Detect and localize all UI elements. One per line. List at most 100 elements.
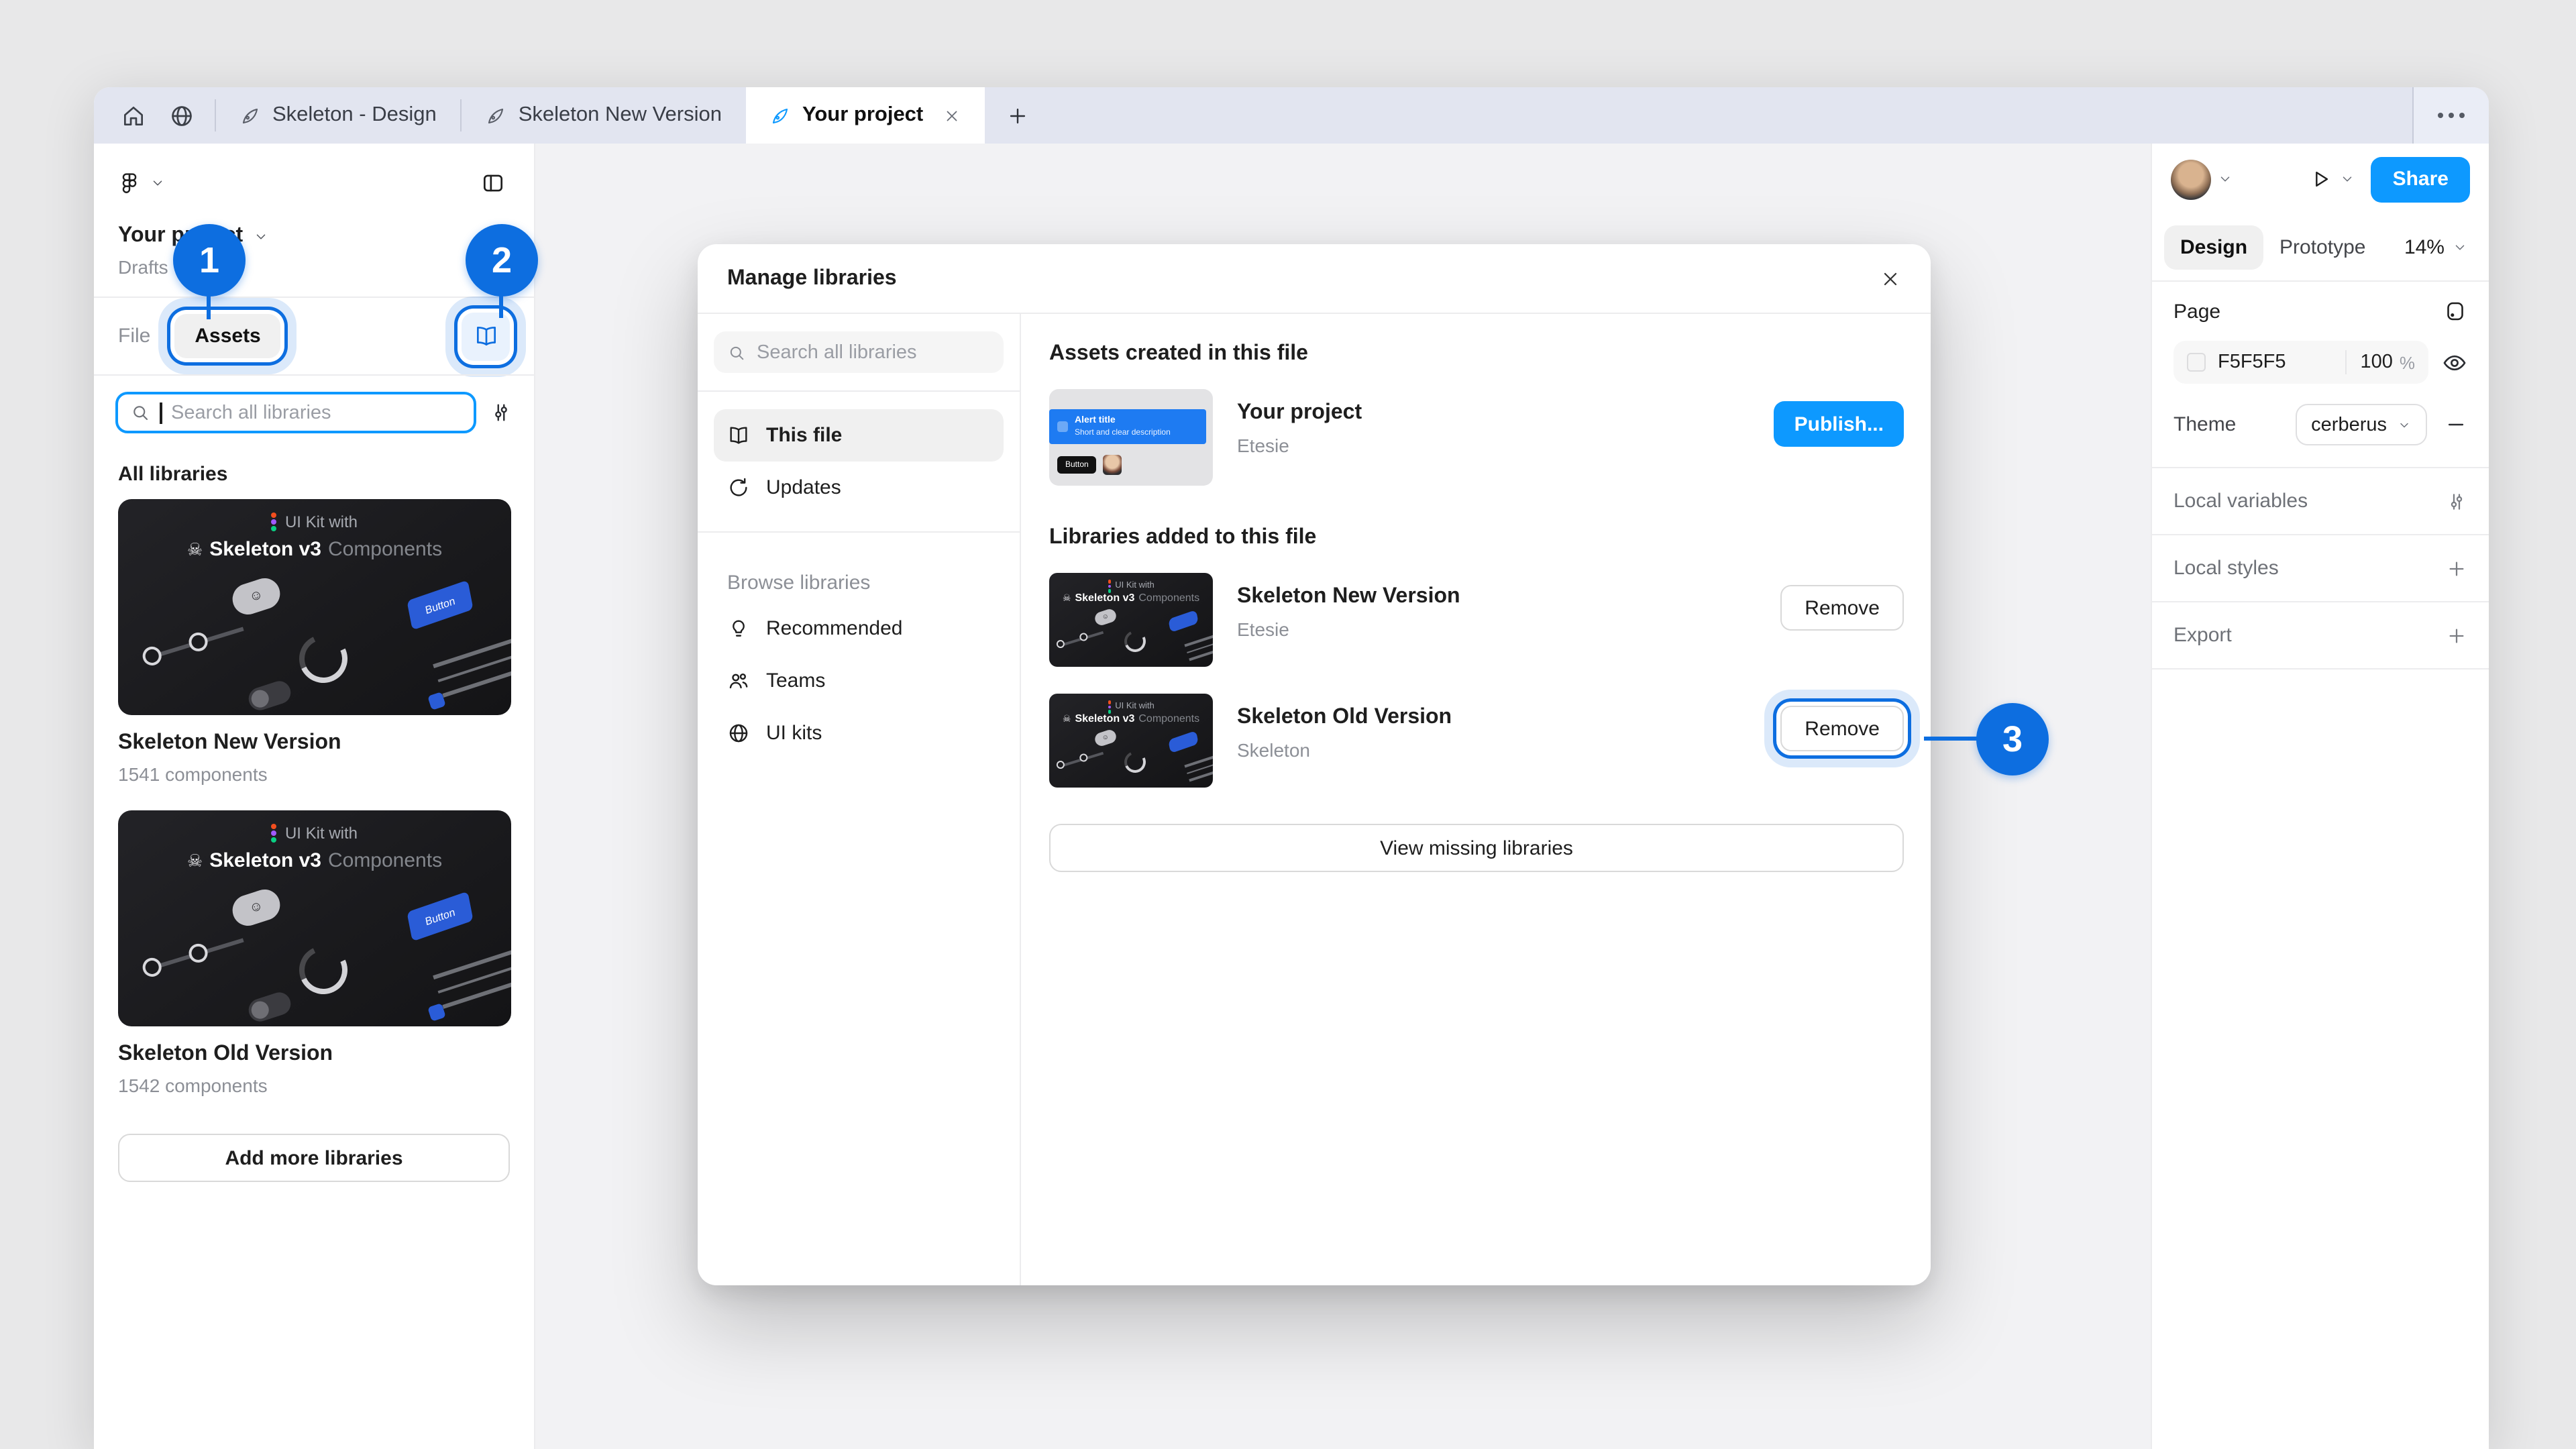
nav-teams[interactable]: Teams (714, 655, 1004, 707)
view-missing-libraries-button[interactable]: View missing libraries (1049, 824, 1904, 872)
tab-your-project[interactable]: Your project (746, 87, 985, 144)
search-placeholder: Search all libraries (171, 402, 331, 423)
close-dialog-icon[interactable] (1880, 268, 1901, 289)
export-label: Export (2174, 624, 2232, 647)
chevron-down-icon (2398, 418, 2411, 431)
library-component-count: 1541 components (118, 763, 510, 785)
thumb-spinner (292, 629, 354, 690)
manage-libraries-dialog: Manage libraries Search all libraries (698, 244, 1931, 1285)
dialog-search-input[interactable]: Search all libraries (714, 331, 1004, 373)
thumb-button-chip: Button (407, 580, 473, 630)
tab-label: Skeleton - Design (272, 103, 437, 127)
tab-file[interactable]: File (118, 325, 150, 347)
variables-sliders-icon[interactable] (2446, 490, 2467, 512)
local-styles-row[interactable]: Local styles (2152, 535, 2489, 602)
people-icon (727, 669, 751, 692)
callout-step-3: 3 (1976, 703, 2049, 775)
tab-assets[interactable]: Assets (174, 314, 280, 358)
left-sidebar: Your project Drafts File Assets (94, 144, 535, 1449)
add-export-plus-icon[interactable] (2446, 625, 2467, 646)
libraries-heading: Libraries added to this file (1049, 526, 1904, 550)
tabbar-left-icons (94, 87, 215, 144)
publish-button[interactable]: Publish... (1774, 401, 1904, 447)
thumb-slider (147, 627, 243, 660)
thumb-alert-banner: Alert title Short and clear description (1049, 409, 1206, 444)
close-tab-icon[interactable] (943, 107, 961, 124)
add-style-plus-icon[interactable] (2446, 557, 2467, 579)
library-row-skeleton-new: UI Kit with ☠Skeleton v3Components ☺ Ske… (1049, 573, 1904, 667)
library-card[interactable]: UI Kit with ☠Skeleton v3Components ☺ But… (118, 499, 510, 785)
filter-sliders-icon[interactable] (490, 401, 513, 424)
figma-file-icon (770, 105, 790, 125)
color-swatch[interactable] (2187, 353, 2206, 372)
chevron-down-icon[interactable] (2341, 172, 2355, 186)
thumb-accordion-lines (433, 950, 511, 1008)
search-placeholder: Search all libraries (757, 341, 917, 363)
thumb-accordion-lines (433, 639, 511, 697)
theme-select[interactable]: cerberus (2295, 404, 2427, 445)
skull-icon: ☠ (187, 850, 203, 871)
asset-row-your-project: Alert title Short and clear description … (1049, 389, 1904, 486)
thumb-spinner (292, 940, 354, 1002)
tab-label: Your project (802, 103, 923, 127)
tabbar-spacer (1051, 87, 2412, 144)
zoom-control[interactable]: 14% (2404, 236, 2477, 259)
search-input[interactable]: Search all libraries (115, 392, 476, 433)
globe-icon[interactable] (161, 95, 201, 136)
remove-library-button[interactable]: Remove (1780, 585, 1904, 631)
page-opacity-value[interactable]: 100 (2360, 352, 2392, 373)
tab-skeleton-new-version[interactable]: Skeleton New Version (462, 87, 746, 144)
styles-icon[interactable] (2443, 299, 2467, 323)
library-thumbnail: UI Kit with ☠Skeleton v3Components ☺ (1049, 694, 1213, 788)
new-tab-icon[interactable] (985, 87, 1051, 144)
theme-label: Theme (2174, 413, 2295, 436)
browse-libraries-label: Browse libraries (714, 550, 1004, 602)
dialog-title: Manage libraries (727, 266, 897, 290)
window-menu-button[interactable] (2412, 87, 2489, 144)
right-panel: Share Design Prototype 14% Page (2151, 144, 2489, 1449)
nav-updates[interactable]: Updates (714, 462, 1004, 514)
remove-library-button-highlighted[interactable]: Remove (1780, 706, 1904, 751)
text-caret (160, 402, 162, 423)
lightbulb-icon (727, 617, 751, 640)
add-more-libraries-button[interactable]: Add more libraries (118, 1134, 510, 1182)
callout-connector-3 (1924, 737, 1979, 741)
more-icon (2438, 113, 2465, 118)
remove-theme-minus-icon[interactable] (2445, 413, 2467, 436)
visibility-eye-icon[interactable] (2442, 350, 2467, 375)
export-row[interactable]: Export (2152, 602, 2489, 669)
all-libraries-heading: All libraries (94, 449, 534, 499)
tab-skeleton-design[interactable]: Skeleton - Design (216, 87, 461, 144)
page-color-hex[interactable]: F5F5F5 (2218, 352, 2332, 373)
present-play-icon[interactable] (2310, 168, 2332, 191)
figma-mini-logo (1108, 700, 1111, 713)
library-card[interactable]: UI Kit with ☠Skeleton v3Components ☺ But… (118, 810, 510, 1096)
tab-prototype[interactable]: Prototype (2263, 225, 2381, 270)
thumb-avatar-pill: ☺ (229, 574, 284, 619)
toggle-panel-icon[interactable] (472, 162, 513, 203)
nav-recommended[interactable]: Recommended (714, 602, 1004, 655)
nav-ui-kits[interactable]: UI kits (714, 707, 1004, 759)
chevron-down-icon[interactable] (150, 175, 165, 190)
library-thumbnail: UI Kit with ☠Skeleton v3Components ☺ But… (118, 810, 511, 1026)
globe-icon (727, 722, 751, 745)
share-button[interactable]: Share (2371, 156, 2470, 202)
tab-design[interactable]: Design (2164, 225, 2263, 270)
nav-this-file[interactable]: This file (714, 409, 1004, 462)
assets-heading: Assets created in this file (1049, 342, 1904, 366)
local-variables-row[interactable]: Local variables (2152, 468, 2489, 535)
project-thumbnail: Alert title Short and clear description … (1049, 389, 1213, 486)
figma-mini-logo (272, 824, 277, 843)
thumb-toggle (246, 678, 293, 712)
library-thumbnail: UI Kit with ☠Skeleton v3Components ☺ But… (118, 499, 511, 715)
library-book-icon[interactable] (462, 312, 510, 360)
page-color-field[interactable]: F5F5F5 100 % (2174, 341, 2428, 384)
avatar[interactable] (2171, 159, 2211, 199)
thumb-slider (147, 938, 243, 971)
asset-owner: Etesie (1237, 435, 1750, 456)
figma-logo-icon[interactable] (118, 171, 141, 194)
chevron-down-icon[interactable] (254, 229, 268, 244)
chevron-down-icon[interactable] (2218, 172, 2233, 186)
home-icon[interactable] (113, 95, 153, 136)
thumb-avatar (1103, 455, 1122, 475)
